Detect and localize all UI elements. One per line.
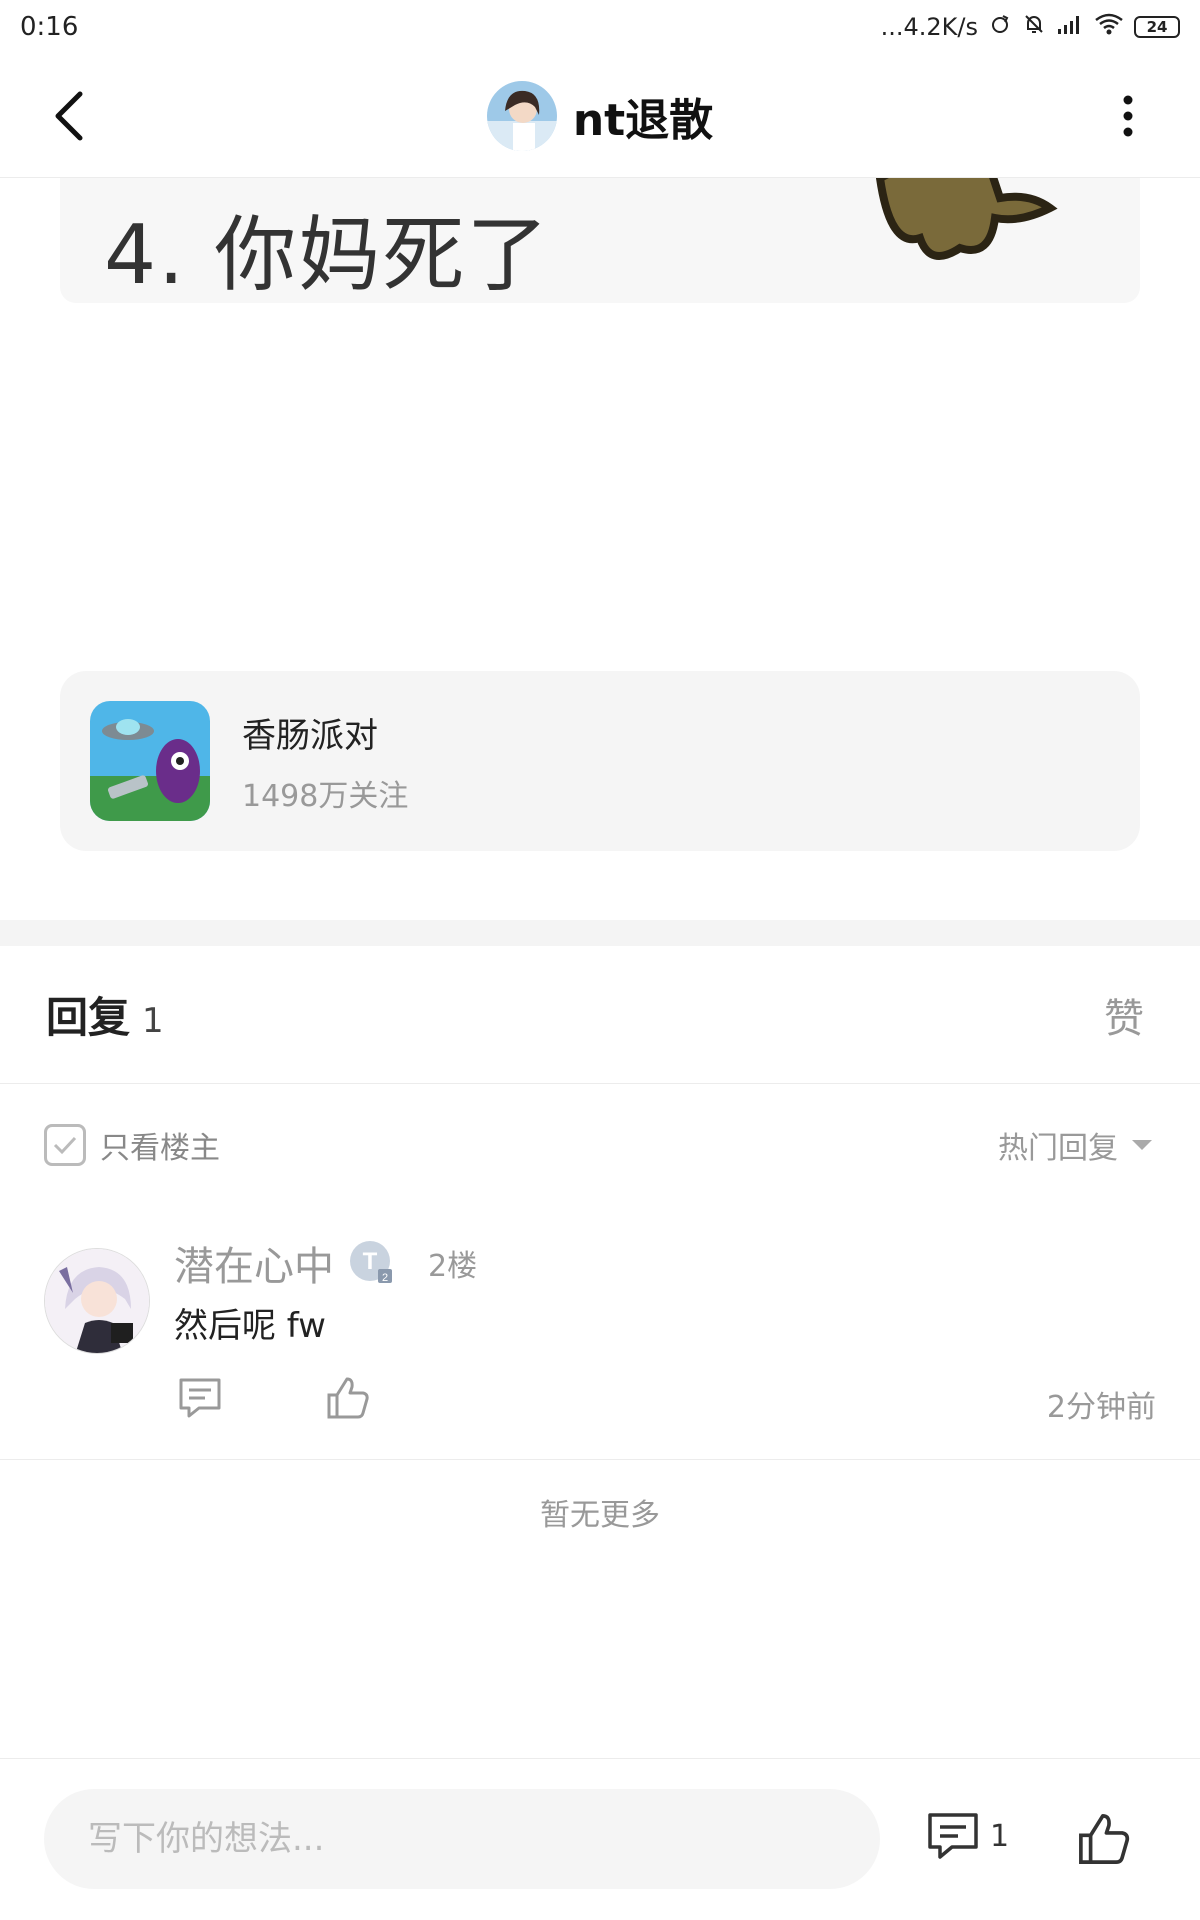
comment-input[interactable] xyxy=(44,1789,880,1889)
comment-item: 潜在心中 T 2 2楼 然后呢 fw 2分钟前 xyxy=(0,1220,1200,1460)
comment-time: 2分钟前 xyxy=(1046,1390,1156,1425)
community-followers: 1498万关注 xyxy=(242,778,409,814)
comment-icon xyxy=(928,1813,978,1859)
comment-like-button[interactable] xyxy=(322,1372,374,1424)
thumbs-up-icon xyxy=(327,1377,369,1419)
replies-count: 1 xyxy=(142,1001,164,1041)
comment-floor: 2楼 xyxy=(428,1249,478,1284)
only-op-toggle[interactable]: 只看楼主 xyxy=(44,1123,220,1167)
cartoon-figure-icon xyxy=(875,178,1058,260)
community-info: 香肠派对 1498万关注 xyxy=(242,708,408,815)
author-avatar[interactable] xyxy=(486,80,557,151)
status-bar: 0:16 ...4.2K/s 24 xyxy=(0,0,1200,54)
community-card[interactable]: 香肠派对 1498万关注 xyxy=(60,671,1140,851)
author-info[interactable]: nt退散 xyxy=(486,80,714,151)
bottom-bar: 1 xyxy=(0,1758,1200,1920)
level-badge-icon: T 2 xyxy=(350,1241,392,1284)
commenter-name[interactable]: 潜在心中 xyxy=(174,1234,334,1292)
caret-down-icon xyxy=(1132,1140,1152,1150)
comment-actions xyxy=(174,1372,374,1424)
only-op-checkbox[interactable] xyxy=(44,1124,86,1166)
replies-header: 回复 1 赞 xyxy=(0,946,1200,1084)
post-like-button[interactable] xyxy=(1076,1811,1132,1867)
post-image-text: 4. 你妈死了 xyxy=(104,208,551,303)
comment-text: 然后呢 fw xyxy=(174,1306,326,1346)
network-speed: ...4.2K/s xyxy=(880,13,978,41)
back-button[interactable] xyxy=(38,84,102,148)
comment-reply-button[interactable] xyxy=(174,1372,226,1424)
comments-count: 1 xyxy=(990,1818,1010,1854)
battery-indicator: 24 xyxy=(1134,16,1180,38)
author-name: nt退散 xyxy=(572,94,714,146)
no-more-label: 暂无更多 xyxy=(540,1498,660,1533)
mute-bell-icon xyxy=(1022,12,1046,42)
section-divider xyxy=(0,920,1200,946)
community-name: 香肠派对 xyxy=(242,715,378,756)
comment-meta: 潜在心中 T 2 2楼 xyxy=(174,1234,477,1292)
status-icons: ...4.2K/s 24 xyxy=(881,12,1180,42)
commenter-avatar[interactable] xyxy=(44,1248,150,1354)
svg-text:2: 2 xyxy=(382,1272,388,1284)
community-icon xyxy=(90,701,210,821)
more-options-button[interactable] xyxy=(1096,84,1160,148)
chevron-left-icon xyxy=(55,91,83,141)
sort-dropdown[interactable]: 热门回复 xyxy=(998,1123,1154,1167)
more-vertical-icon xyxy=(1123,95,1133,137)
wifi-icon xyxy=(1094,12,1124,42)
sync-icon xyxy=(988,12,1012,42)
sort-label: 热门回复 xyxy=(998,1131,1118,1166)
comments-button[interactable]: 1 xyxy=(926,1811,1009,1861)
reply-filter-row: 只看楼主 热门回复 xyxy=(0,1110,1200,1180)
check-icon xyxy=(53,1136,77,1155)
replies-tab[interactable]: 回复 xyxy=(46,993,130,1042)
post-header: nt退散 xyxy=(0,54,1200,178)
likes-tab[interactable]: 赞 xyxy=(1104,986,1144,1044)
thumbs-up-icon xyxy=(1079,1814,1130,1864)
comment-icon xyxy=(179,1378,221,1418)
post-image[interactable]: 4. 你妈死了 xyxy=(60,178,1140,303)
svg-text:T: T xyxy=(363,1248,378,1275)
status-time: 0:16 xyxy=(20,12,79,42)
only-op-label: 只看楼主 xyxy=(100,1131,220,1166)
signal-icon xyxy=(1056,13,1084,41)
